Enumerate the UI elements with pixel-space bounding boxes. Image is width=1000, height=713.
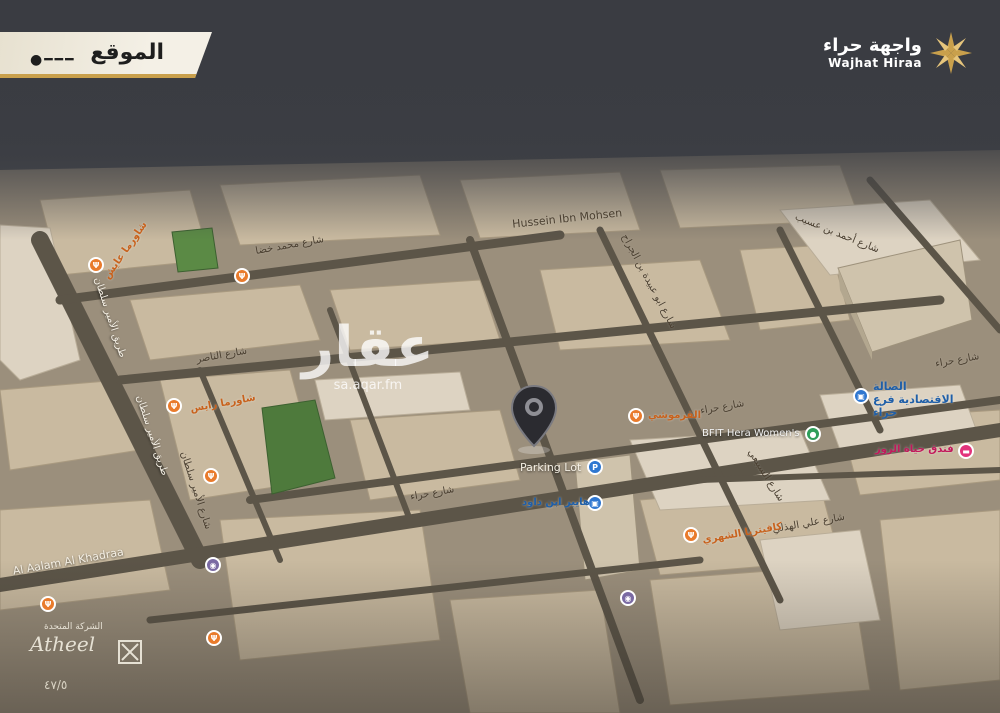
page-number: ٤٧/٥ [44, 678, 68, 692]
developer-logo: الشركة المتحدة Atheel [30, 622, 103, 656]
restaurant-icon[interactable]: Ψ [88, 257, 104, 273]
watermark-logo: عقار [302, 315, 434, 380]
poi-label-economic-hall[interactable]: الصالة الاقتصادية فرع حراء [873, 380, 963, 419]
page-title: الموقع [90, 40, 164, 65]
developer-tagline: الشركة المتحدة [44, 622, 103, 632]
hotel-icon[interactable]: ▬ [958, 443, 974, 459]
poi-label-hotel[interactable]: فندق حياة الروز [875, 444, 954, 455]
poi-label-parking[interactable]: Parking Lot [520, 461, 581, 474]
map-canvas [0, 0, 1000, 713]
restaurant-icon[interactable]: Ψ [628, 408, 644, 424]
star-logo-icon [930, 32, 972, 74]
developer-name: Atheel [30, 632, 96, 656]
restaurant-icon[interactable]: Ψ [683, 527, 699, 543]
restaurant-icon[interactable]: Ψ [40, 596, 56, 612]
place-icon[interactable]: ◉ [205, 557, 221, 573]
restaurant-icon[interactable]: Ψ [206, 630, 222, 646]
place-icon[interactable]: ◉ [620, 590, 636, 606]
title-decoration: ●━━━ [30, 52, 76, 68]
watermark-url: sa.aqar.fm [333, 378, 403, 393]
restaurant-icon[interactable]: Ψ [166, 398, 182, 414]
shopping-icon[interactable]: ▣ [853, 388, 869, 404]
title-ribbon: ●━━━ الموقع [0, 32, 212, 78]
developer-mark-icon [118, 640, 142, 664]
brand-name-arabic: واجهة حراء [823, 35, 922, 56]
restaurant-icon[interactable]: Ψ [203, 468, 219, 484]
brand-logo: واجهة حراء Wajhat Hiraa [823, 32, 972, 74]
watermark: عقار sa.aqar.fm [302, 315, 434, 394]
bottom-haze [0, 560, 1000, 713]
location-map-slide: ●━━━ الموقع واجهة حراء Wajhat Hiraa شارع… [0, 0, 1000, 713]
poi-label-qarmushi[interactable]: القرموشي [648, 410, 701, 421]
fitness-icon[interactable]: ● [805, 426, 821, 442]
location-pin-icon[interactable] [510, 384, 558, 454]
brand-name-english: Wajhat Hiraa [828, 56, 922, 70]
brand-text: واجهة حراء Wajhat Hiraa [823, 35, 922, 71]
poi-label-hyper-ibn-dawood[interactable]: هايبر ابن داود [522, 497, 590, 508]
parking-icon[interactable]: P [587, 459, 603, 475]
poi-label-bfit[interactable]: BFIT Hera Women's [702, 428, 800, 439]
restaurant-icon[interactable]: Ψ [234, 268, 250, 284]
